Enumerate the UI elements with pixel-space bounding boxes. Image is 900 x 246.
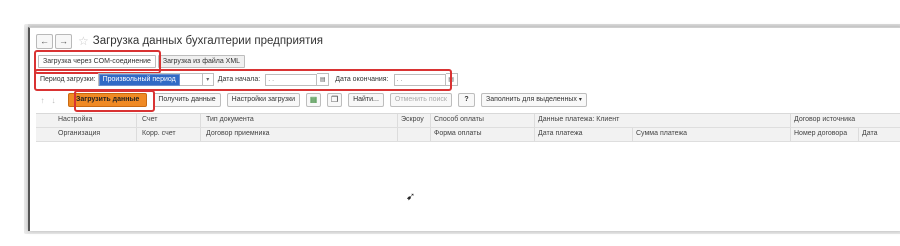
app-window: ← → ☆ Загрузка данных бухгалтерии предпр…	[28, 27, 900, 231]
favorite-star-icon[interactable]: ☆	[78, 35, 89, 47]
get-data-button[interactable]: Получить данные	[153, 93, 221, 107]
page-title: Загрузка данных бухгалтерии предприятия	[92, 35, 324, 47]
forward-button[interactable]: →	[55, 33, 72, 49]
find-button[interactable]: Найти...	[348, 93, 384, 107]
col-source-contract[interactable]: Договор источника	[794, 116, 855, 123]
table-settings-icon[interactable]: ▦	[306, 93, 322, 107]
move-up-icon[interactable]: ↑	[38, 94, 47, 107]
title-bar: ← → ☆ Загрузка данных бухгалтерии предпр…	[36, 32, 323, 50]
help-button[interactable]: ?	[457, 93, 475, 107]
col-contract-number[interactable]: Номер договора	[794, 130, 847, 137]
table-header-row-2: Организация Корр. счет Договор приемника…	[36, 128, 900, 142]
highlight-frame-period	[34, 69, 452, 91]
col-payment-amount[interactable]: Сумма платежа	[636, 130, 687, 137]
back-button[interactable]: ←	[36, 33, 53, 49]
col-doc-type[interactable]: Тип документа	[206, 116, 254, 123]
load-settings-button[interactable]: Настройки загрузки	[226, 93, 301, 107]
fill-selected-label: Заполнить для выделенных	[485, 96, 577, 103]
col-account[interactable]: Счет	[142, 116, 158, 123]
table-header-row-1: Настройка Счет Тип документа Эскроу Спос…	[36, 114, 900, 128]
col-escrow[interactable]: Эскроу	[401, 116, 424, 123]
col-payment-date[interactable]: Дата платежа	[538, 130, 583, 137]
col-setting[interactable]: Настройка	[58, 116, 92, 123]
col-organization[interactable]: Организация	[58, 130, 100, 137]
col-receiver-contract[interactable]: Договор приемника	[206, 130, 270, 137]
col-date[interactable]: Дата	[862, 130, 878, 137]
move-down-icon[interactable]: ↓	[49, 94, 58, 107]
col-corr-account[interactable]: Корр. счет	[142, 130, 176, 137]
mouse-cursor-icon: ➹	[406, 191, 416, 203]
copy-icon[interactable]: ❐	[327, 93, 343, 107]
col-payment-form[interactable]: Форма оплаты	[434, 130, 482, 137]
tab-xml-file[interactable]: Загрузка из файла XML	[157, 55, 246, 68]
cancel-search-button[interactable]: Отменить поиск	[389, 93, 452, 107]
col-payment-client[interactable]: Данные платежа: Клиент	[538, 116, 619, 123]
highlight-frame-load	[74, 90, 155, 112]
fill-selected-button[interactable]: Заполнить для выделенных ▾	[480, 93, 587, 107]
arrow-right-icon: →	[59, 36, 68, 46]
arrow-left-icon: ←	[40, 36, 49, 46]
col-payment-method[interactable]: Способ оплаты	[434, 116, 484, 123]
data-table: ✔ Настройка Счет Тип документа Эскроу Сп…	[36, 113, 900, 214]
chevron-down-icon: ▾	[578, 97, 582, 103]
